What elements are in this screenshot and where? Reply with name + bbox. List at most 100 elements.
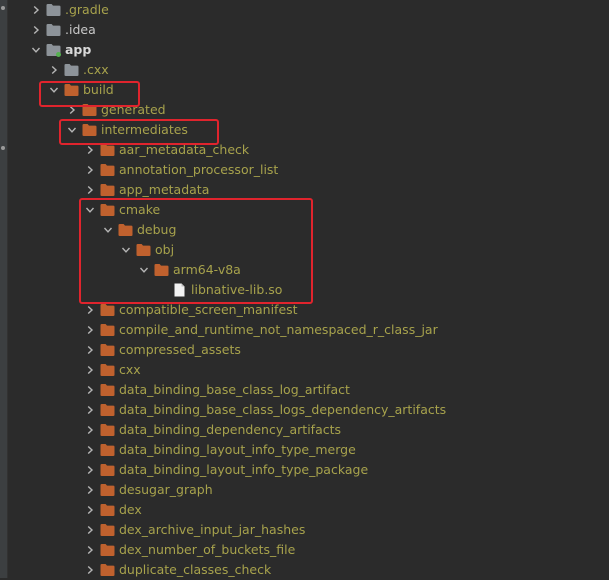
chevron-right-icon[interactable]: [84, 420, 96, 440]
tree-row[interactable]: intermediates: [8, 120, 609, 140]
tree-row[interactable]: desugar_graph: [8, 480, 609, 500]
tree-row[interactable]: data_binding_layout_info_type_merge: [8, 440, 609, 460]
chevron-right-icon[interactable]: [84, 460, 96, 480]
chevron-right-icon[interactable]: [84, 480, 96, 500]
chevron-right-icon[interactable]: [84, 160, 96, 180]
chevron-right-icon[interactable]: [84, 520, 96, 540]
folder-icon: [100, 363, 115, 377]
chevron-right-icon[interactable]: [84, 180, 96, 200]
strip-dot-icon: [1, 146, 5, 150]
tree-item-label: debug: [137, 222, 177, 237]
tree-row[interactable]: .cxx: [8, 60, 609, 80]
folder-icon: [100, 563, 115, 577]
folder-icon: [136, 243, 151, 257]
tree-row[interactable]: .idea: [8, 20, 609, 40]
tree-item-label: dex_archive_input_jar_hashes: [119, 522, 306, 537]
tree-row[interactable]: annotation_processor_list: [8, 160, 609, 180]
tree-row[interactable]: compile_and_runtime_not_namespaced_r_cla…: [8, 320, 609, 340]
strip-vertical-label[interactable]: [0, 170, 7, 230]
chevron-right-icon[interactable]: [84, 140, 96, 160]
chevron-right-icon[interactable]: [48, 60, 60, 80]
chevron-down-icon[interactable]: [120, 240, 132, 260]
chevron-right-icon[interactable]: [84, 400, 96, 420]
chevron-down-icon[interactable]: [138, 260, 150, 280]
chevron-right-icon[interactable]: [84, 500, 96, 520]
tree-row[interactable]: compressed_assets: [8, 340, 609, 360]
tree-item-label: data_binding_layout_info_type_merge: [119, 442, 356, 457]
folder-icon: [82, 123, 97, 137]
tree-item-label: .gradle: [65, 2, 109, 17]
tree-item-label: dex: [119, 502, 142, 517]
chevron-right-icon[interactable]: [84, 360, 96, 380]
tree-item-label: compatible_screen_manifest: [119, 302, 298, 317]
tree-row[interactable]: data_binding_layout_info_type_package: [8, 460, 609, 480]
folder-icon: [82, 103, 97, 117]
project-tree: .gradle .idea app .cxx build generated interme…: [8, 0, 609, 578]
tree-row[interactable]: compatible_screen_manifest: [8, 300, 609, 320]
tree-row[interactable]: arm64-v8a: [8, 260, 609, 280]
module-folder-icon: [46, 43, 61, 57]
tree-item-label: data_binding_base_class_log_artifact: [119, 382, 350, 397]
chevron-right-icon[interactable]: [30, 20, 42, 40]
tree-row[interactable]: dex_number_of_buckets_file: [8, 540, 609, 560]
chevron-right-icon[interactable]: [84, 300, 96, 320]
folder-icon: [100, 543, 115, 557]
chevron-right-icon[interactable]: [84, 380, 96, 400]
chevron-down-icon[interactable]: [30, 40, 42, 60]
chevron-right-icon[interactable]: [66, 100, 78, 120]
tree-item-label: build: [83, 82, 114, 97]
folder-icon: [100, 343, 115, 357]
chevron-down-icon[interactable]: [66, 120, 78, 140]
tree-item-label: dex_number_of_buckets_file: [119, 542, 296, 557]
tree-item-label: app_metadata: [119, 182, 210, 197]
tree-row[interactable]: aar_metadata_check: [8, 140, 609, 160]
tree-row[interactable]: dex: [8, 500, 609, 520]
tree-row[interactable]: data_binding_dependency_artifacts: [8, 420, 609, 440]
tree-item-label: .cxx: [83, 62, 109, 77]
tree-item-label: intermediates: [101, 122, 188, 137]
strip-vertical-label[interactable]: [0, 40, 7, 135]
folder-icon: [100, 163, 115, 177]
folder-icon: [100, 383, 115, 397]
chevron-right-icon[interactable]: [84, 340, 96, 360]
chevron-right-icon[interactable]: [84, 440, 96, 460]
tree-row[interactable]: obj: [8, 240, 609, 260]
tree-item-label: generated: [101, 102, 166, 117]
tree-item-label: compressed_assets: [119, 342, 241, 357]
chevron-right-icon[interactable]: [84, 560, 96, 580]
module-indicator-icon: [56, 52, 61, 57]
folder-icon: [100, 503, 115, 517]
tree-item-label: .idea: [65, 22, 96, 37]
chevron-right-icon[interactable]: [84, 540, 96, 560]
tree-row[interactable]: debug: [8, 220, 609, 240]
tree-row[interactable]: .gradle: [8, 0, 609, 20]
tree-row[interactable]: generated: [8, 100, 609, 120]
tree-row[interactable]: libnative-lib.so: [8, 280, 609, 300]
folder-icon: [64, 63, 79, 77]
chevron-down-icon[interactable]: [48, 80, 60, 100]
tree-row[interactable]: cmake: [8, 200, 609, 220]
tree-row[interactable]: data_binding_base_class_log_artifact: [8, 380, 609, 400]
folder-icon: [154, 263, 169, 277]
strip-dot-icon: [1, 6, 5, 10]
folder-icon: [100, 143, 115, 157]
tree-row[interactable]: cxx: [8, 360, 609, 380]
folder-icon: [100, 303, 115, 317]
folder-icon: [100, 463, 115, 477]
tree-row[interactable]: duplicate_classes_check: [8, 560, 609, 580]
chevron-right-icon[interactable]: [84, 320, 96, 340]
tree-item-label: data_binding_base_class_logs_dependency_…: [119, 402, 447, 417]
tree-item-label: cxx: [119, 362, 141, 377]
tree-row[interactable]: app: [8, 40, 609, 60]
tree-row[interactable]: build: [8, 80, 609, 100]
tree-item-label: arm64-v8a: [173, 262, 241, 277]
tree-row[interactable]: app_metadata: [8, 180, 609, 200]
chevron-right-icon[interactable]: [30, 0, 42, 20]
folder-icon: [118, 223, 133, 237]
tree-row[interactable]: data_binding_base_class_logs_dependency_…: [8, 400, 609, 420]
tree-row[interactable]: dex_archive_input_jar_hashes: [8, 520, 609, 540]
tree-item-label: libnative-lib.so: [191, 282, 283, 297]
folder-icon: [100, 323, 115, 337]
chevron-down-icon[interactable]: [84, 200, 96, 220]
chevron-down-icon[interactable]: [102, 220, 114, 240]
